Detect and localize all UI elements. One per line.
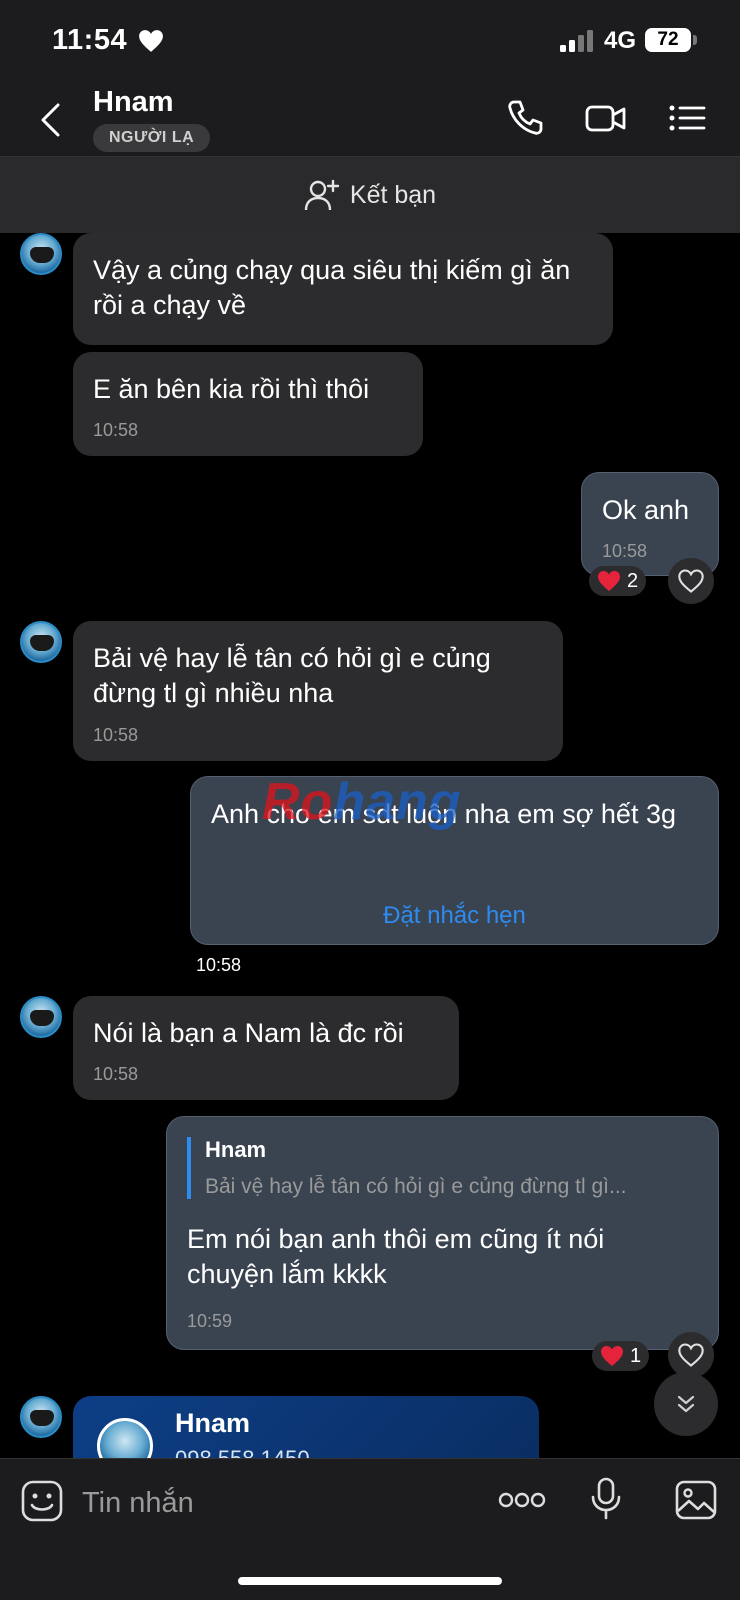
heart-reaction-icon	[598, 571, 620, 591]
message-time: 10:58	[196, 955, 242, 975]
add-friend-label: Kết bạn	[349, 180, 437, 209]
video-call-icon[interactable]	[584, 98, 628, 138]
heart-reaction-icon	[601, 1346, 623, 1366]
card-avatar	[97, 1418, 153, 1460]
add-friend-icon	[304, 179, 340, 211]
reaction-badge[interactable]: 2	[589, 566, 647, 596]
contact-card[interactable]: Hnam 098 558 1450	[73, 1396, 539, 1460]
avatar[interactable]	[20, 621, 62, 663]
like-button[interactable]	[668, 1332, 714, 1378]
message-time: 10:58	[93, 1064, 139, 1084]
message-bubble-outgoing[interactable]: Hnam Bải vệ hay lễ tân có hỏi gì e củng …	[166, 1116, 719, 1350]
battery-icon: 72	[645, 28, 691, 52]
signal-icon	[560, 30, 593, 52]
message-text: E ăn bên kia rồi thì thôi	[93, 374, 370, 404]
network-type: 4G	[604, 27, 637, 54]
microphone-icon[interactable]	[590, 1477, 622, 1521]
reaction-count: 2	[627, 569, 639, 592]
message-text: Ok anh	[602, 495, 690, 525]
avatar[interactable]	[20, 233, 62, 275]
heart-outline-icon	[678, 1343, 704, 1367]
phone-call-icon[interactable]	[504, 98, 548, 138]
quoted-message[interactable]: Hnam Bải vệ hay lễ tân có hỏi gì e củng …	[187, 1137, 698, 1199]
reaction-badge[interactable]: 1	[592, 1341, 650, 1371]
add-friend-button[interactable]: Kết bạn	[0, 157, 740, 233]
message-time: 10:58	[93, 725, 139, 745]
message-text: Nói là bạn a Nam là đc rồi	[93, 1018, 404, 1048]
quoted-text: Bải vệ hay lễ tân có hỏi gì e củng đừng …	[205, 1175, 627, 1198]
battery-nub	[693, 35, 697, 45]
message-text: Bải vệ hay lễ tân có hỏi gì e củng đừng …	[93, 643, 491, 708]
message-bubble-incoming[interactable]: Bải vệ hay lễ tân có hỏi gì e củng đừng …	[73, 621, 563, 761]
watermark: Rohang	[262, 773, 462, 831]
message-input[interactable]: Tin nhắn	[82, 1487, 194, 1520]
home-indicator	[238, 1577, 502, 1585]
more-options-icon[interactable]	[498, 1489, 546, 1511]
quoted-sender: Hnam	[205, 1137, 267, 1162]
heart-outline-icon	[678, 569, 704, 593]
image-gallery-icon[interactable]	[674, 1479, 718, 1521]
message-time: 10:59	[187, 1311, 233, 1331]
back-arrow-icon[interactable]	[36, 102, 66, 138]
status-bar: 11:54 4G 72	[0, 0, 740, 80]
stranger-badge: NGƯỜI LẠ	[93, 124, 211, 152]
message-composer: Tin nhắn	[0, 1458, 740, 1600]
set-reminder-button[interactable]: Đặt nhắc hẹn	[191, 902, 718, 930]
card-name: Hnam	[175, 1408, 251, 1438]
menu-list-icon[interactable]	[666, 98, 710, 138]
avatar[interactable]	[20, 1396, 62, 1438]
contact-name[interactable]: Hnam	[93, 86, 174, 119]
status-time: 11:54	[52, 24, 128, 56]
scroll-to-bottom-button[interactable]	[654, 1372, 718, 1436]
message-bubble-incoming[interactable]: Nói là bạn a Nam là đc rồi 10:58	[73, 996, 459, 1100]
chat-header: Hnam NGƯỜI LẠ	[0, 80, 740, 157]
message-text: Vậy a củng chạy qua siêu thị kiếm gì ăn …	[93, 255, 571, 320]
heart-icon	[139, 30, 163, 52]
message-time: 10:58	[602, 541, 648, 561]
like-button[interactable]	[668, 558, 714, 604]
message-text: Em nói bạn anh thôi em cũng ít nói chuyệ…	[187, 1224, 605, 1289]
message-bubble-incoming[interactable]: E ăn bên kia rồi thì thôi 10:58	[73, 352, 423, 456]
double-chevron-down-icon	[677, 1395, 695, 1413]
avatar[interactable]	[20, 996, 62, 1038]
reaction-count: 1	[630, 1344, 642, 1367]
message-time: 10:58	[93, 420, 139, 440]
sticker-icon[interactable]	[20, 1479, 64, 1523]
message-bubble-incoming[interactable]: Vậy a củng chạy qua siêu thị kiếm gì ăn …	[73, 233, 613, 345]
